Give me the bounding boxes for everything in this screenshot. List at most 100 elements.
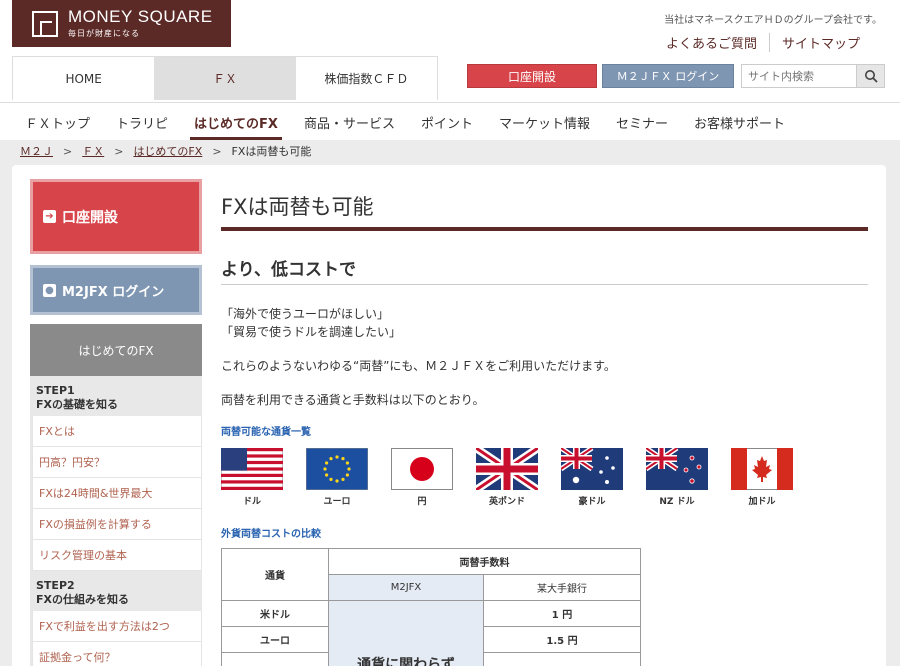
currency-eur: ユーロ	[306, 448, 391, 507]
breadcrumb-m2j[interactable]: Ｍ２Ｊ	[20, 143, 53, 159]
search-input[interactable]	[742, 65, 856, 87]
subnav-fx-top[interactable]: ＦＸトップ	[12, 103, 103, 141]
currency-name: ドル	[242, 497, 261, 507]
ca-flag-icon	[731, 448, 793, 490]
brand-tagline: 毎日が財産になる	[68, 29, 140, 38]
currency-gbp: 英ポンド	[476, 448, 561, 507]
currency-cad: 加ドル	[731, 448, 816, 507]
currency-name: 豪ドル	[578, 497, 606, 507]
brand-name: MONEY SQUARE	[68, 7, 213, 26]
breadcrumb-separator: >	[212, 144, 222, 158]
sidebar-link-margin[interactable]: 証拠金って何？	[32, 642, 202, 666]
lock-icon: ●	[43, 283, 56, 297]
sidebar-link-two-ways[interactable]: FXで利益を出す方法は2つ	[32, 611, 202, 642]
cost-comparison-table: 通貨 両替手数料 M2JFX 某大手銀行 米ドル 通貨に関わらず 1 円 ユーロ…	[221, 548, 641, 666]
tab-cfd[interactable]: 株価指数ＣＦＤ	[296, 57, 437, 100]
open-account-button[interactable]: 口座開設	[467, 64, 597, 88]
group-company-note: 当社はマネースクエアＨＤのグループ会社です。	[664, 15, 882, 26]
currency-name: 英ポンド	[488, 497, 525, 507]
step2-title: STEP2	[36, 579, 75, 592]
currency-name: ユーロ	[323, 497, 351, 507]
table-cell-bank-fee: 1.5 円	[483, 626, 641, 653]
sidebar-login-button[interactable]: ● M2JFX ログイン	[30, 265, 202, 315]
au-flag-icon	[561, 448, 623, 490]
arrow-right-icon: ➔	[43, 210, 56, 223]
table-cell-bank-fee	[483, 652, 641, 666]
main-content: FXは両替も可能 より、低コストで 「海外で使うユーロがほしい」 「貿易で使うド…	[221, 191, 868, 666]
step1-title: STEP1	[36, 384, 75, 397]
search-button[interactable]	[856, 65, 884, 87]
breadcrumb-separator: >	[63, 144, 73, 158]
sidebar-link-risk-management[interactable]: リスク管理の基本	[32, 540, 202, 571]
subnav-trarepi[interactable]: トラリピ	[103, 103, 181, 141]
section-heading: より、低コストで	[221, 255, 868, 285]
currency-name: NZ ドル	[659, 497, 695, 507]
breadcrumb-current: FXは両替も可能	[231, 145, 312, 158]
main-nav: HOME ＦＸ 株価指数ＣＦＤ 口座開設 Ｍ２ＪＦＸ ログイン	[0, 56, 900, 102]
table-cell-currency	[221, 652, 329, 666]
eu-flag-icon	[306, 448, 368, 490]
currency-usd: ドル	[221, 448, 306, 507]
search-icon	[864, 70, 878, 83]
breadcrumb-separator: >	[114, 144, 124, 158]
currencies-intro: 両替を利用できる通貨と手数料は以下のとおり。	[221, 393, 485, 407]
subnav-support[interactable]: お客様サポート	[681, 103, 798, 141]
table-header-currency: 通貨	[221, 548, 329, 601]
sidebar-step1: STEP1 FXの基礎を知る FXとは 円高？円安？ FXは24時間&世界最大 …	[30, 376, 202, 571]
nz-flag-icon	[646, 448, 708, 490]
subnav-points[interactable]: ポイント	[408, 103, 486, 141]
sidebar-open-account-label: 口座開設	[62, 209, 118, 226]
sidebar-link-24h[interactable]: FXは24時間&世界最大	[32, 478, 202, 509]
site-search	[741, 64, 885, 88]
sitemap-link[interactable]: サイトマップ	[768, 33, 872, 52]
step1-heading: STEP1 FXの基礎を知る	[30, 376, 202, 416]
intro-paragraph: これらのようないわゆる“両替”にも、Ｍ２ＪＦＸをご利用いただけます。	[221, 359, 616, 373]
sub-nav: ＦＸトップ トラリピ はじめてのFX 商品・サービス ポイント マーケット情報 …	[0, 102, 900, 140]
subnav-seminar[interactable]: セミナー	[603, 103, 681, 141]
table-header-m2jfx: M2JFX	[328, 574, 484, 601]
sidebar-login-label: M2JFX ログイン	[62, 284, 165, 300]
quote-block: 「海外で使うユーロがほしい」 「貿易で使うドルを調達したい」	[221, 305, 868, 341]
breadcrumb-fx[interactable]: ＦＸ	[82, 143, 104, 159]
quote-euro: 「海外で使うユーロがほしい」	[221, 307, 390, 321]
currency-jpy: 円	[391, 448, 476, 507]
subnav-beginner-fx[interactable]: はじめてのFX	[181, 103, 291, 141]
sidebar-step2: STEP2 FXの仕組みを知る FXで利益を出す方法は2つ 証拠金って何？	[30, 571, 202, 666]
currency-nzd: NZ ドル	[646, 448, 731, 507]
step2-heading: STEP2 FXの仕組みを知る	[30, 571, 202, 611]
subnav-market-info[interactable]: マーケット情報	[486, 103, 603, 141]
sidebar-link-yen-high-low[interactable]: 円高？円安？	[32, 447, 202, 478]
table-cell-bank-fee: 1 円	[483, 600, 641, 627]
subnav-products[interactable]: 商品・サービス	[291, 103, 408, 141]
currency-name: 円	[417, 497, 427, 507]
sidebar-link-profit-example[interactable]: FXの損益例を計算する	[32, 509, 202, 540]
quote-dollar: 「貿易で使うドルを調達したい」	[221, 325, 402, 339]
main-tabs: HOME ＦＸ 株価指数ＣＦＤ	[12, 56, 438, 100]
faq-link[interactable]: よくあるご質問	[654, 33, 769, 52]
table-cell-currency: ユーロ	[221, 626, 329, 653]
table-cell-m2jfx-note: 通貨に関わらず	[328, 600, 484, 666]
table-cell-currency: 米ドル	[221, 600, 329, 627]
us-flag-icon	[221, 448, 283, 490]
sidebar: ➔ 口座開設 ● M2JFX ログイン はじめてのFX STEP1 FXの基礎を…	[30, 179, 202, 666]
jp-flag-icon	[391, 448, 453, 490]
breadcrumb-beginner-fx[interactable]: はじめてのFX	[133, 143, 202, 159]
table-header-fee: 両替手数料	[328, 548, 641, 575]
content-card: ➔ 口座開設 ● M2JFX ログイン はじめてのFX STEP1 FXの基礎を…	[12, 165, 886, 666]
sidebar-link-what-is-fx[interactable]: FXとは	[32, 416, 202, 447]
page-title: FXは両替も可能	[221, 191, 868, 231]
breadcrumb: Ｍ２Ｊ > ＦＸ > はじめてのFX > FXは両替も可能	[20, 141, 311, 161]
tab-fx[interactable]: ＦＸ	[154, 57, 296, 100]
tab-home[interactable]: HOME	[13, 57, 154, 100]
logo-mark-icon	[32, 10, 58, 37]
brand-logo[interactable]: MONEY SQUARE 毎日が財産になる	[12, 0, 231, 47]
table-header-bank: 某大手銀行	[483, 574, 641, 601]
cost-comparison-label: 外貨両替コストの比較	[221, 529, 321, 540]
site-header: MONEY SQUARE 毎日が財産になる 当社はマネースクエアＨＤのグループ会…	[0, 0, 900, 56]
m2jfx-login-button[interactable]: Ｍ２ＪＦＸ ログイン	[602, 64, 734, 88]
uk-flag-icon	[476, 448, 538, 490]
sidebar-open-account-button[interactable]: ➔ 口座開設	[30, 179, 202, 254]
currencies-label: 両替可能な通貨一覧	[221, 427, 311, 438]
step1-subtitle: FXの基礎を知る	[36, 398, 118, 411]
currency-name: 加ドル	[748, 497, 776, 507]
